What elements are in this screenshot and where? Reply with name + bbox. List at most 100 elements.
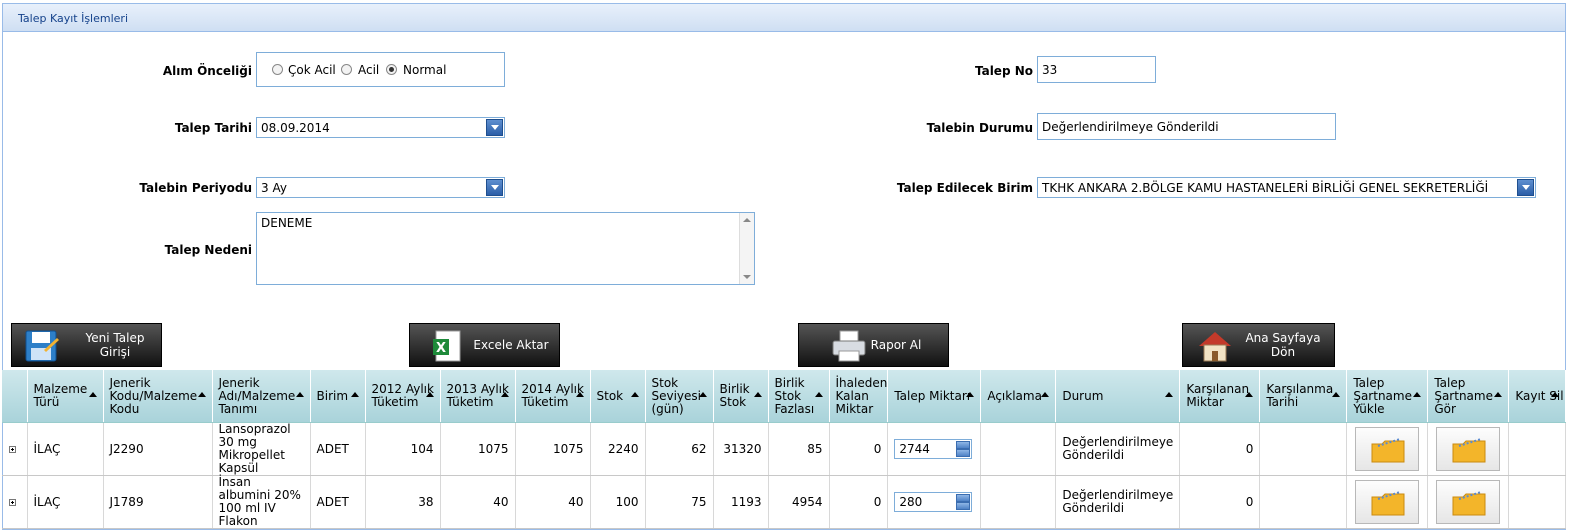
col-talep-miktari[interactable]: Talep Miktarı bbox=[887, 370, 982, 423]
col-aciklama[interactable]: Açıklama bbox=[980, 370, 1057, 423]
col-karsilanan-miktar[interactable]: Karşılanan Miktar bbox=[1179, 370, 1261, 423]
sort-asc-icon[interactable] bbox=[88, 392, 97, 397]
stepper-down-icon[interactable] bbox=[956, 502, 971, 510]
col-2012-tuketim[interactable]: 2012 Aylık Tüketim bbox=[365, 370, 441, 423]
radio-cok-acil-label[interactable]: Çok Acil bbox=[288, 63, 336, 77]
sort-asc-icon[interactable] bbox=[814, 392, 823, 397]
talep-tarihi-value: 08.09.2014 bbox=[261, 121, 330, 135]
talep-no-field[interactable]: 33 bbox=[1037, 56, 1156, 83]
col-stok-seviyesi[interactable]: Stok Seviyesi (gün) bbox=[645, 370, 714, 423]
sartname-gor-button[interactable] bbox=[1436, 480, 1501, 524]
sort-asc-icon[interactable] bbox=[295, 392, 304, 397]
sort-asc-icon[interactable] bbox=[630, 392, 639, 397]
col-karsilanma-tarihi[interactable]: Karşılanma Tarihi bbox=[1259, 370, 1348, 423]
col-jenerik-kodu[interactable]: Jenerik Kodu/Malzeme Kodu bbox=[103, 370, 213, 423]
col-birim[interactable]: Birim bbox=[310, 370, 366, 423]
sort-asc-icon[interactable] bbox=[1245, 392, 1254, 397]
sort-asc-icon[interactable] bbox=[1041, 392, 1050, 397]
col-label: Birlik Stok bbox=[719, 382, 750, 409]
radio-normal[interactable] bbox=[386, 64, 397, 75]
col-birlik-stok[interactable]: Birlik Stok bbox=[713, 370, 769, 423]
cell-birim: ADET bbox=[310, 475, 366, 529]
talebin-durumu-field[interactable]: Değerlendirilmeye Gönderildi bbox=[1037, 113, 1336, 140]
cell-kayit-sil[interactable] bbox=[1508, 422, 1567, 476]
radio-cok-acil[interactable] bbox=[272, 64, 283, 75]
expand-cell[interactable] bbox=[2, 422, 28, 476]
sort-asc-icon[interactable] bbox=[350, 392, 359, 397]
cell-kayit-sil[interactable] bbox=[1508, 475, 1567, 529]
rapor-al-button[interactable]: Rapor Al bbox=[798, 323, 949, 367]
sort-asc-icon[interactable] bbox=[1551, 392, 1560, 397]
cell-aciklama bbox=[980, 422, 1057, 476]
calendar-dropdown-icon[interactable] bbox=[486, 119, 503, 136]
talep-miktari-stepper[interactable]: 280 bbox=[894, 492, 973, 512]
talebin-periyodu-select[interactable]: 3 Ay bbox=[256, 177, 505, 198]
sort-asc-icon[interactable] bbox=[1165, 392, 1174, 397]
cell-durum: Değerlendirilmeye Gönderildi bbox=[1055, 422, 1181, 476]
radio-normal-label[interactable]: Normal bbox=[403, 63, 446, 77]
sort-asc-icon[interactable] bbox=[1494, 392, 1503, 397]
col-2013-tuketim[interactable]: 2013 Aylık Tüketim bbox=[440, 370, 516, 423]
col-jenerik-adi[interactable]: Jenerik Adı/Malzeme Tanımı bbox=[212, 370, 311, 423]
col-kayit-sil[interactable]: Kayıt Sil bbox=[1508, 370, 1567, 423]
panel-header: Talep Kayıt İşlemleri bbox=[3, 4, 1565, 32]
scroll-down-icon[interactable] bbox=[743, 275, 751, 279]
folder-icon bbox=[1371, 438, 1405, 463]
cell-kod: J1789 bbox=[103, 475, 213, 529]
stepper-down-icon[interactable] bbox=[956, 449, 971, 457]
col-ihaleden-kalan[interactable]: İhaleden Kalan Miktar bbox=[829, 370, 889, 423]
chevron-down-icon[interactable] bbox=[486, 179, 503, 196]
talep-edilecek-birim-select[interactable]: TKHK ANKARA 2.BÖLGE KAMU HASTANELERİ BİR… bbox=[1037, 177, 1536, 198]
sort-asc-icon[interactable] bbox=[197, 392, 206, 397]
talep-miktari-stepper[interactable]: 2744 bbox=[894, 439, 973, 459]
scroll-up-icon[interactable] bbox=[743, 218, 751, 222]
chevron-down-icon[interactable] bbox=[1517, 179, 1534, 196]
cell-birlik-fazla: 4954 bbox=[768, 475, 830, 529]
cell-2014: 1075 bbox=[515, 422, 591, 476]
ana-sayfa-label-2: Dön bbox=[1270, 345, 1296, 359]
sort-asc-icon[interactable] bbox=[425, 392, 434, 397]
stepper-up-icon[interactable] bbox=[956, 494, 971, 502]
talep-edilecek-birim-label: Talep Edilecek Birim bbox=[896, 181, 1033, 195]
radio-acil[interactable] bbox=[341, 64, 352, 75]
col-sartname-yukle[interactable]: Talep Şartname Yükle bbox=[1346, 370, 1429, 423]
talep-nedeni-textarea[interactable]: DENEME bbox=[256, 212, 755, 285]
expand-plus-icon[interactable] bbox=[9, 445, 16, 453]
sort-asc-icon[interactable] bbox=[966, 392, 975, 397]
col-stok[interactable]: Stok bbox=[590, 370, 646, 423]
cell-ihale-kalan: 0 bbox=[829, 422, 889, 476]
floppy-save-icon bbox=[25, 330, 59, 362]
col-label: Birim bbox=[316, 388, 349, 403]
radio-acil-label[interactable]: Acil bbox=[358, 63, 379, 77]
expand-plus-icon[interactable] bbox=[9, 498, 16, 506]
col-durum[interactable]: Durum bbox=[1055, 370, 1181, 423]
col-malzeme-turu[interactable]: Malzeme Türü bbox=[27, 370, 104, 423]
col-label: Stok bbox=[596, 388, 624, 403]
yeni-talep-button[interactable]: Yeni Talep Girişi bbox=[11, 323, 162, 367]
sort-asc-icon[interactable] bbox=[500, 392, 509, 397]
ana-sayfa-button[interactable]: Ana Sayfaya Dön bbox=[1182, 323, 1335, 367]
sort-asc-icon[interactable] bbox=[753, 392, 762, 397]
talep-edilecek-birim-value: TKHK ANKARA 2.BÖLGE KAMU HASTANELERİ BİR… bbox=[1042, 181, 1489, 195]
textarea-scrollbar[interactable] bbox=[739, 213, 754, 284]
talebin-periyodu-label: Talebin Periyodu bbox=[139, 181, 252, 195]
col-2014-tuketim[interactable]: 2014 Aylık Tüketim bbox=[515, 370, 591, 423]
col-birlik-stok-fazlasi[interactable]: Birlik Stok Fazlası bbox=[768, 370, 830, 423]
talebin-durumu-value: Değerlendirilmeye Gönderildi bbox=[1042, 120, 1219, 134]
col-sartname-gor[interactable]: Talep Şartname Gör bbox=[1427, 370, 1510, 423]
expand-cell[interactable] bbox=[2, 475, 28, 529]
talep-tarihi-field[interactable]: 08.09.2014 bbox=[256, 117, 505, 138]
sartname-yukle-button[interactable] bbox=[1355, 480, 1420, 524]
sort-asc-icon[interactable] bbox=[1413, 392, 1422, 397]
excele-aktar-button[interactable]: X Excele Aktar bbox=[409, 323, 560, 367]
sort-asc-icon[interactable] bbox=[698, 392, 707, 397]
col-label: Birlik Stok Fazlası bbox=[774, 375, 815, 416]
sort-asc-icon[interactable] bbox=[1332, 392, 1341, 397]
sort-asc-icon[interactable] bbox=[575, 392, 584, 397]
folder-icon bbox=[1452, 491, 1486, 516]
excele-aktar-label: Excele Aktar bbox=[473, 338, 549, 352]
stepper-up-icon[interactable] bbox=[956, 441, 971, 449]
sartname-gor-button[interactable] bbox=[1436, 427, 1501, 471]
sartname-yukle-button[interactable] bbox=[1355, 427, 1420, 471]
cell-2013: 40 bbox=[440, 475, 516, 529]
